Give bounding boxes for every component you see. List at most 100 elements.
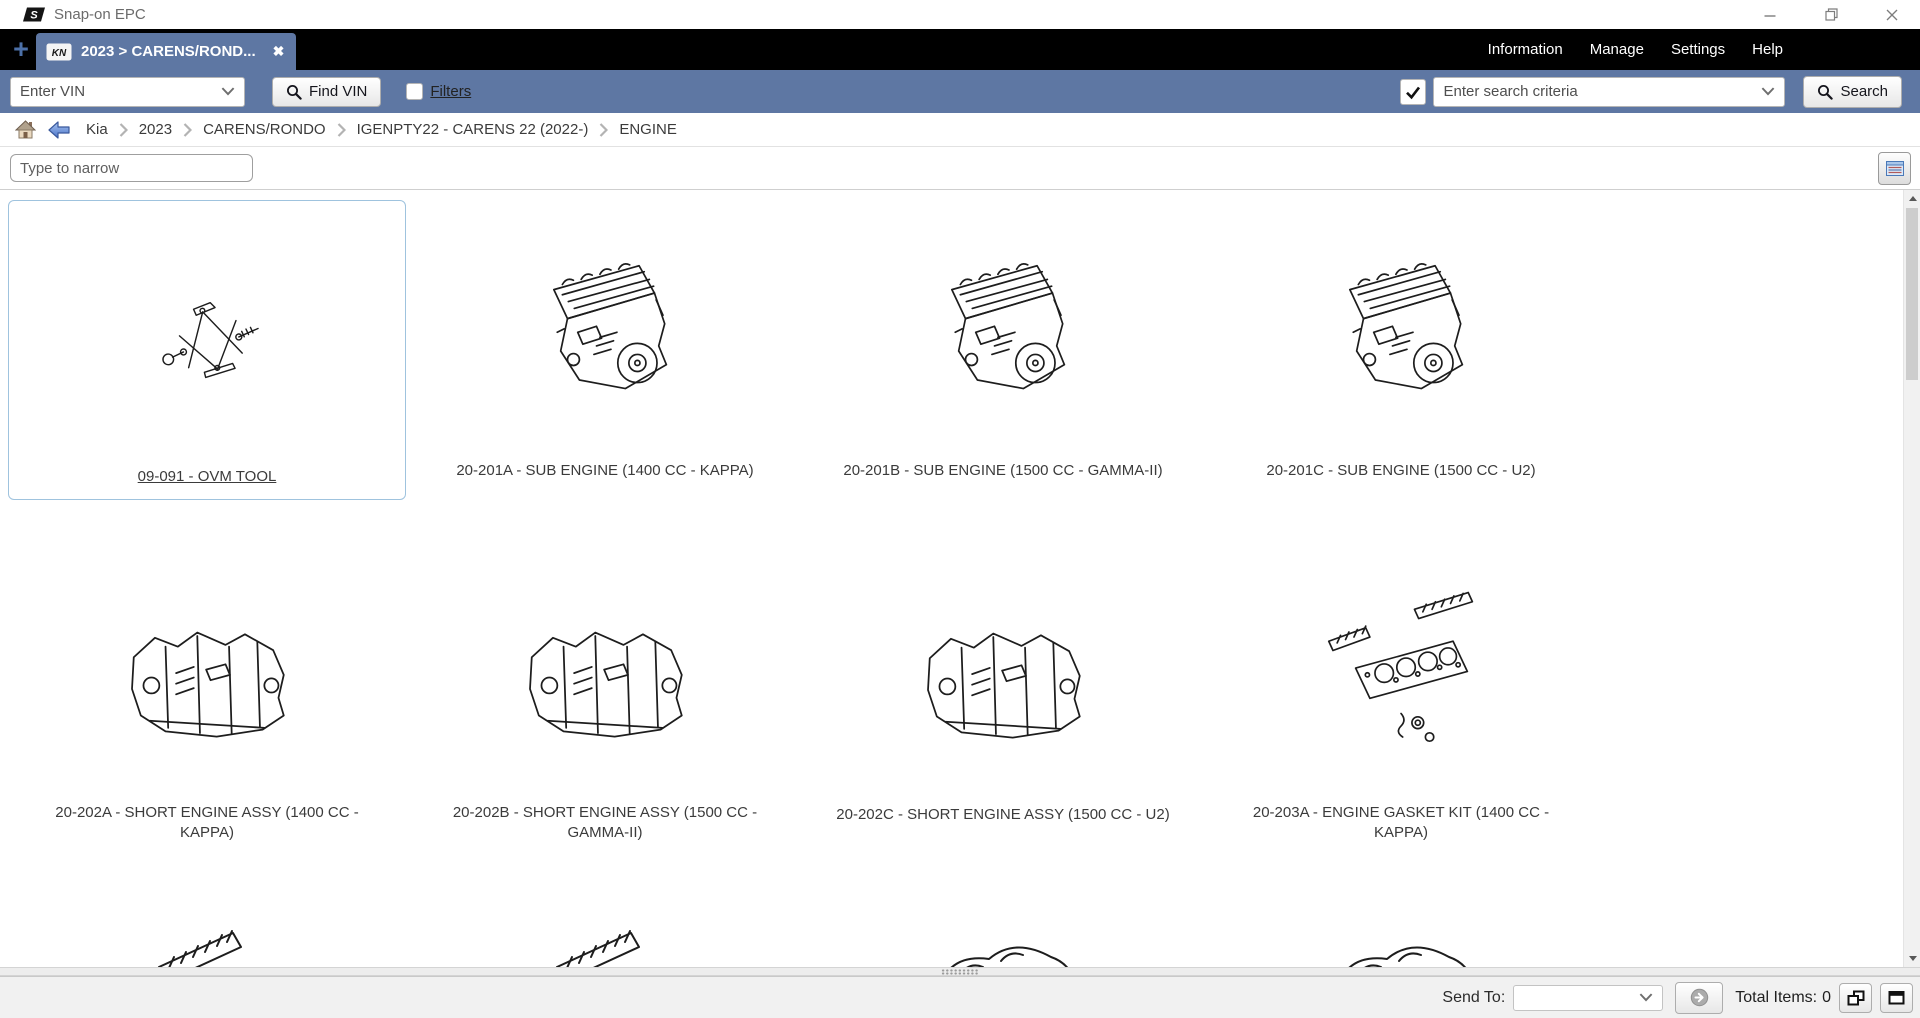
minimize-icon [1764,9,1776,21]
part-item[interactable]: 20-202C - SHORT ENGINE ASSY (1500 CC - U… [804,550,1202,844]
new-tab-button[interactable]: + [8,32,34,66]
search-criteria-selector[interactable]: Enter search criteria [1433,77,1785,107]
filters-label[interactable]: Filters [430,83,471,100]
breadcrumb-carens-rondo[interactable]: CARENS/RONDO [203,121,326,138]
search-criteria-checkbox[interactable] [1400,79,1426,105]
part-item[interactable]: 20-202A - SHORT ENGINE ASSY (1400 CC - K… [8,550,406,844]
send-arrow-icon [1690,988,1709,1007]
part-drawing [805,551,1201,799]
part-drawing [9,895,405,967]
part-item[interactable]: 20-201A - SUB ENGINE (1400 CC - KAPPA) [406,200,804,500]
chevron-down-icon [1639,993,1653,1002]
breadcrumb-chevron-icon [119,123,128,137]
search-button[interactable]: Search [1803,76,1902,108]
app-title: Snap-on EPC [54,6,146,23]
search-button-label: Search [1840,83,1888,100]
part-item-label[interactable]: 09-091 - OVM TOOL [35,455,379,499]
part-drawing-image [113,599,301,749]
narrow-toolbar [0,147,1920,190]
part-drawing [407,551,803,797]
part-item-label[interactable]: 20-201A - SUB ENGINE (1400 CC - KAPPA) [433,455,777,499]
close-button[interactable] [1878,4,1906,26]
part-drawing-image [917,247,1089,409]
find-vin-button[interactable]: Find VIN [272,77,381,107]
part-drawing-image [1317,585,1485,763]
svg-text:KN: KN [52,48,67,59]
footer-bar: Send To: Total Items: 0 [0,976,1920,1018]
send-to-selector[interactable] [1513,985,1663,1011]
view-toggle-button[interactable] [1878,152,1911,185]
scrollbar-thumb[interactable] [1906,208,1918,380]
maximize-panel-button[interactable] [1880,983,1913,1013]
part-drawing [407,201,803,455]
check-icon [1404,83,1422,101]
cascade-windows-icon [1847,990,1865,1006]
restore-button[interactable] [1817,4,1845,26]
filters-checkbox[interactable] [406,83,423,100]
tab-active[interactable]: KN 2023 > CARENS/ROND... ✖ [36,33,296,70]
minimize-button[interactable] [1756,4,1784,26]
part-item[interactable]: 20-201C - SUB ENGINE (1500 CC - U2) [1202,200,1600,500]
chevron-down-icon [1761,87,1775,96]
send-button[interactable] [1675,982,1723,1014]
horizontal-splitter[interactable] [0,967,1920,976]
breadcrumb-igenpty22-carens-22-2022[interactable]: IGENPTY22 - CARENS 22 (2022-) [357,121,589,138]
narrow-input[interactable] [10,154,253,182]
part-item[interactable] [406,894,804,967]
maximize-panel-icon [1888,990,1905,1005]
search-criteria-value: Enter search criteria [1443,83,1761,100]
part-item-label[interactable]: 20-201C - SUB ENGINE (1500 CC - U2) [1229,455,1573,499]
part-drawing-image [1301,923,1501,967]
filters-control: Filters [406,83,471,100]
part-drawing [1203,551,1599,797]
total-items-label: Total Items: [1735,989,1817,1007]
menu-help[interactable]: Help [1752,41,1783,58]
part-item[interactable]: 20-203A - ENGINE GASKET KIT (1400 CC - K… [1202,550,1600,844]
search-bar: Enter VIN Find VIN Filters Enter search … [0,70,1920,113]
find-vin-label: Find VIN [309,83,367,100]
breadcrumb-trail: Kia 2023 CARENS/RONDO IGENPTY22 - CARENS… [86,121,677,138]
magnifier-icon [286,84,302,100]
breadcrumb-chevron-icon [599,123,608,137]
breadcrumb-engine[interactable]: ENGINE [619,121,677,138]
part-item-label[interactable]: 20-203A - ENGINE GASKET KIT (1400 CC - K… [1229,797,1573,843]
part-drawing [407,895,803,967]
vertical-scrollbar[interactable] [1903,190,1920,967]
menu-settings[interactable]: Settings [1671,41,1725,58]
part-item[interactable]: 09-091 - OVM TOOL [8,200,406,500]
app-menu: Information Manage Settings Help [1488,29,1783,70]
home-icon[interactable] [15,120,36,139]
part-drawing [805,895,1201,967]
breadcrumb-kia[interactable]: Kia [86,121,108,138]
magnifier-icon [1817,84,1833,100]
vin-selector-value: Enter VIN [20,83,221,100]
svg-text:S: S [30,10,38,22]
part-item-label[interactable]: 20-202A - SHORT ENGINE ASSY (1400 CC - K… [35,797,379,843]
part-item[interactable] [8,894,406,967]
restore-icon [1825,8,1838,21]
part-item-label[interactable]: 20-202C - SHORT ENGINE ASSY (1500 CC - U… [831,799,1175,843]
breadcrumb-2023[interactable]: 2023 [139,121,172,138]
menu-information[interactable]: Information [1488,41,1563,58]
menu-manage[interactable]: Manage [1590,41,1644,58]
chevron-down-icon [221,87,235,96]
scroll-down-button[interactable] [1904,950,1920,967]
back-arrow-icon[interactable] [48,121,70,139]
part-drawing-image [142,272,272,384]
scroll-up-button[interactable] [1904,190,1920,207]
part-item-label[interactable]: 20-202B - SHORT ENGINE ASSY (1500 CC - G… [433,797,777,843]
part-item-label[interactable]: 20-201B - SUB ENGINE (1500 CC - GAMMA-II… [831,455,1175,499]
part-item[interactable]: 20-201B - SUB ENGINE (1500 CC - GAMMA-II… [804,200,1202,500]
vin-selector[interactable]: Enter VIN [10,77,245,107]
part-item[interactable]: 20-202B - SHORT ENGINE ASSY (1500 CC - G… [406,550,804,844]
part-drawing-image [519,247,691,409]
triangle-down-icon [1909,956,1917,961]
tab-close-icon[interactable]: ✖ [273,43,285,60]
cascade-view-button[interactable] [1839,983,1872,1013]
part-drawing-image [107,923,307,967]
part-item[interactable] [804,894,1202,967]
content-area: 09-091 - OVM TOOL 20-201A - SUB ENGINE (… [0,190,1920,967]
parts-grid: 09-091 - OVM TOOL 20-201A - SUB ENGINE (… [0,190,1920,967]
breadcrumb-chevron-icon [337,123,346,137]
part-item[interactable] [1202,894,1600,967]
